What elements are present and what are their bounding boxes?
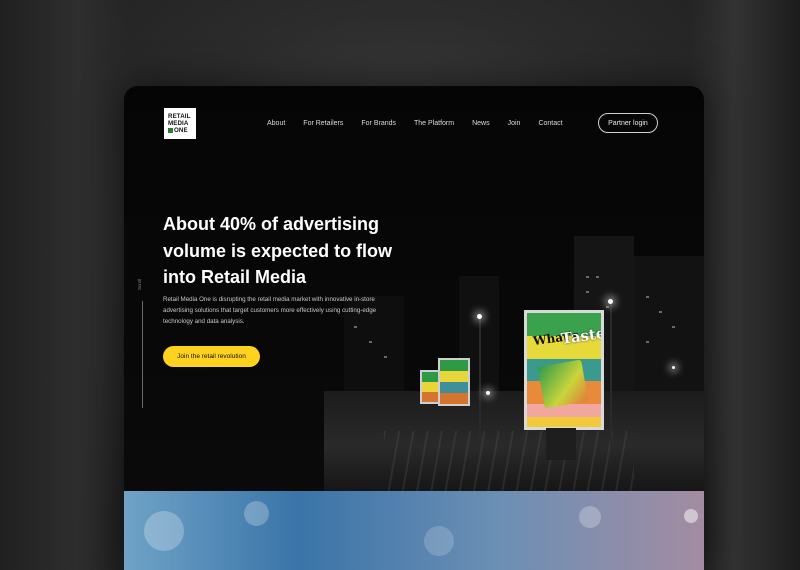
product-pack-image [537, 359, 589, 409]
join-retail-revolution-button[interactable]: Join the retail revolution [163, 346, 260, 367]
logo-text: RETAIL [168, 113, 191, 120]
main-nav: About For Retailers For Brands The Platf… [267, 120, 581, 127]
nav-contact[interactable]: Contact [538, 120, 562, 127]
billboard-large: What's Taste [524, 310, 604, 430]
hero-headline: About 40% of advertising volume is expec… [163, 214, 393, 287]
logo-text: ONE [174, 127, 188, 134]
lamp-light [608, 299, 613, 304]
street-lamp [610, 301, 612, 451]
partner-login-button[interactable]: Partner login [598, 113, 658, 133]
next-section-image [124, 491, 704, 570]
nav-news[interactable]: News [472, 120, 490, 127]
street-lamp [479, 316, 481, 446]
logo-text: MEDIA [168, 120, 189, 127]
nav-for-brands[interactable]: For Brands [361, 120, 396, 127]
billboard-medium [438, 358, 470, 406]
website-card: What's Taste RETAIL MEDIA ONE About For … [124, 86, 704, 570]
hero-description: Retail Media One is disrupting the retai… [163, 296, 377, 325]
retail-media-one-logo[interactable]: RETAIL MEDIA ONE [164, 108, 196, 139]
background-blur-left [0, 0, 130, 570]
billboard-stand [546, 428, 576, 460]
nav-about[interactable]: About [267, 120, 285, 127]
nav-for-retailers[interactable]: For Retailers [303, 120, 343, 127]
building [634, 256, 704, 401]
nav-join[interactable]: Join [508, 120, 521, 127]
background-blur-right [690, 0, 800, 570]
scroll-indicator-line [142, 301, 143, 408]
logo-square-icon [168, 127, 173, 133]
scroll-label: Scroll [137, 278, 142, 290]
nav-the-platform[interactable]: The Platform [414, 120, 454, 127]
lamp-light [477, 314, 482, 319]
